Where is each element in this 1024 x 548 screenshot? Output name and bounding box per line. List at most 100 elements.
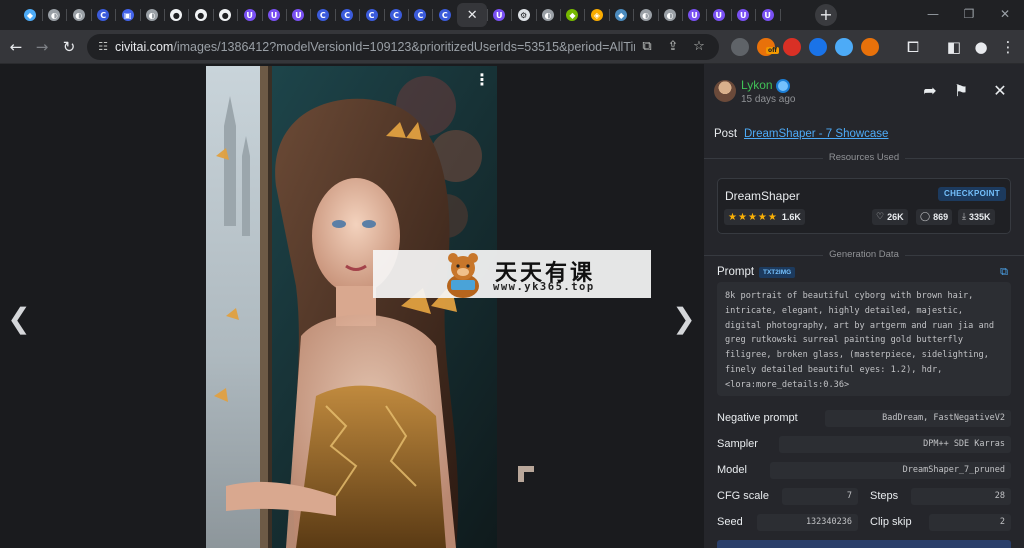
prompt-label: Prompt [717,266,755,278]
fox-extension-icon[interactable] [861,38,879,56]
model-label: Model [717,464,747,476]
browser-tab[interactable]: ◐ [67,3,92,27]
browser-tab[interactable]: U [682,3,708,27]
browser-tab[interactable]: U [487,3,513,27]
author-avatar[interactable] [714,80,736,102]
url-text[interactable]: civitai.com/images/1386412?modelVersionI… [115,40,635,55]
udemy-icon: U [493,9,506,21]
browser-tab[interactable]: U [707,3,732,27]
forward-icon[interactable]: → [32,37,52,57]
browser-tab[interactable]: U [756,3,781,27]
civitai-icon: C [341,9,354,21]
browser-tab[interactable]: ◐ [140,3,165,27]
bear-mascot-logo [447,253,479,298]
browser-tab[interactable]: ◐ [634,3,659,27]
browser-tab[interactable]: C [360,3,385,27]
copy-icon[interactable]: ⧉ [997,265,1011,279]
browser-tab[interactable]: ◐ [536,3,561,27]
reload-icon[interactable]: ↻ [59,37,79,57]
browser-tab[interactable]: C [408,3,434,27]
heart-icon: ♡ [876,212,885,222]
window-close-icon[interactable]: ✕ [996,5,1014,23]
browser-tab[interactable]: ◐ [658,3,683,27]
diamond-extension-icon[interactable] [835,38,853,56]
civitai-diamond-icon: ◆ [24,9,36,21]
new-tab-button[interactable]: + [815,4,837,26]
globe-icon: ◐ [146,9,158,21]
browser-tab[interactable]: C [311,3,336,27]
downloads-stat: ⤓ 335K [958,209,995,225]
close-panel-icon[interactable]: ✕ [989,80,1011,102]
report-flag-icon[interactable]: ⚑ [950,80,972,102]
cast-icon[interactable]: ⧉ [639,39,655,55]
side-panel-icon[interactable]: ◧ [944,37,964,57]
extensions-puzzle-icon[interactable]: ⧠ [903,37,923,57]
seed-label: Seed [717,516,743,528]
minimize-icon[interactable]: — [924,5,942,23]
browser-tab[interactable]: U [286,3,312,27]
browser-tab[interactable]: C [91,3,117,27]
circle-extension-icon[interactable] [731,38,749,56]
close-icon[interactable]: ✕ [467,8,478,23]
post-link[interactable]: DreamShaper - 7 Showcase [744,128,888,140]
back-icon[interactable]: ← [6,37,26,57]
civitai-icon: C [438,9,451,21]
restore-icon[interactable]: ❐ [960,5,978,23]
seed-value: 132340236 [757,514,858,531]
next-image-icon[interactable]: ❯ [671,304,697,334]
profile-avatar-icon[interactable]: ● [971,37,991,57]
browser-tab[interactable]: ◐ [42,3,68,27]
browser-tab[interactable]: ▣ [116,3,141,27]
image-details-panel: Lykon 15 days ago ➦ ⚑ ✕ Post DreamShaper… [704,64,1024,548]
browser-tab[interactable]: ◆ [609,3,635,27]
author-name[interactable]: Lykon [741,78,773,92]
browser-tab[interactable]: U [238,3,263,27]
browser-tab[interactable]: ● [164,3,190,27]
browser-tab[interactable]: U [262,3,287,27]
browser-tab[interactable]: ◆ [560,3,586,27]
resource-card[interactable]: DreamShaper CHECKPOINT ★ ★ ★ ★ ★ 1.6K ♡ 26K ◯ 8… [717,178,1011,234]
browser-tab[interactable]: ✕ [457,3,489,27]
generated-image [206,66,497,548]
resource-name[interactable]: DreamShaper [725,189,800,203]
image-more-menu-icon[interactable]: ⋮ [474,70,490,90]
off-extension-icon[interactable]: off [757,38,779,56]
negative-prompt-value: BadDream, FastNegativeV2 [825,410,1011,427]
share-arrow-icon[interactable]: ➦ [919,80,941,102]
udemy-icon: U [688,9,701,21]
browser-tab[interactable]: ◆ [18,3,43,27]
colab-icon: ◈ [590,9,603,21]
colorful-extension-icon[interactable] [809,38,827,56]
browser-tab[interactable]: ● [213,3,239,27]
browser-tab[interactable]: U [731,3,757,27]
app-icon: ▣ [121,9,134,21]
address-bar[interactable]: ☷ civitai.com/images/1386412?modelVersio… [87,34,719,60]
panel-action-button[interactable] [717,540,1011,548]
browser-tab[interactable]: ◈ [585,3,610,27]
browser-tab[interactable]: C [433,3,458,27]
bookmark-star-icon[interactable]: ☆ [691,39,707,55]
negative-prompt-label: Negative prompt [717,412,798,424]
browser-tab[interactable]: C [384,3,409,27]
tab-strip: ◆ ◐ ◐ C ▣ ◐ ● ● ● U U U C C C C C C ✕ U ⚙ ◐ ◆ ◈ ◆ ◐ ◐ U U U U [0,0,1024,30]
browser-menu-icon[interactable]: ⋮ [998,37,1018,57]
prompt-type-badge: TXT2IMG [759,267,796,278]
clip-skip-label: Clip skip [870,516,912,528]
previous-image-icon[interactable]: ❮ [6,304,32,334]
rating-count: 1.6K [781,212,801,222]
watermark-url: www.yk365.top [493,281,595,293]
verified-badge-icon [776,79,790,93]
browser-tab[interactable]: ⚙ [512,3,537,27]
civitai-icon: C [414,9,427,21]
resize-corner-icon[interactable] [517,465,535,483]
likes-stat: ♡ 26K [872,209,908,225]
model-value: DreamShaper_7_pruned [770,462,1011,479]
site-settings-icon[interactable]: ☷ [96,40,110,54]
browser-tab[interactable]: C [335,3,361,27]
star-icon: ★ [757,211,767,223]
browser-tab[interactable]: ● [189,3,214,27]
record-extension-icon[interactable] [783,38,801,56]
share-icon[interactable]: ⇪ [665,39,681,55]
comment-icon: ◯ [920,212,931,222]
udemy-icon: U [268,9,280,21]
